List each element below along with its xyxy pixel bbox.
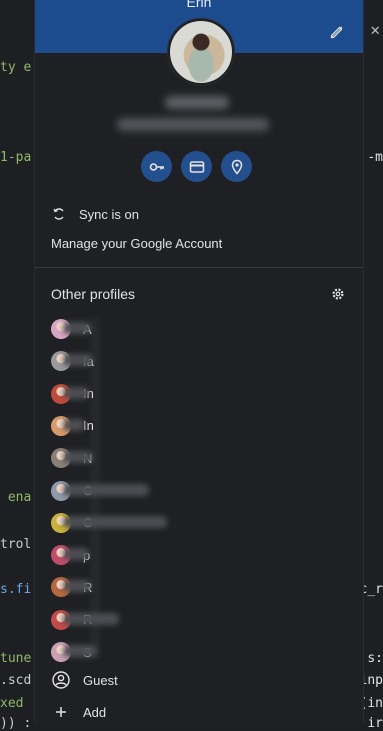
blurred-account-name (165, 96, 229, 109)
code-line: )) : (0, 716, 32, 731)
sync-label: Sync is on (79, 206, 139, 222)
person-icon (52, 671, 70, 689)
code-line: trol (0, 537, 32, 552)
passwords-button[interactable] (141, 151, 172, 182)
blurred-profile-name (63, 548, 89, 561)
code-line: s.fi (0, 582, 32, 597)
profile-row[interactable]: C (51, 512, 167, 534)
code-line: 1-pa (0, 150, 32, 165)
add-profile-button[interactable]: Add (51, 702, 106, 722)
profile-row[interactable]: S (51, 641, 97, 663)
location-pin-icon (231, 159, 242, 175)
blurred-profile-name (63, 580, 91, 593)
blurred-account-email (117, 118, 269, 131)
profile-row[interactable]: In (51, 415, 94, 437)
profile-menu-panel: Erin Sync is on Manage your Google Accou… (34, 0, 364, 723)
payment-methods-button[interactable] (181, 151, 212, 182)
code-line: tune (0, 651, 32, 666)
blurred-profile-name (63, 418, 85, 431)
profile-row[interactable]: N (51, 447, 93, 469)
plus-icon (56, 707, 66, 717)
credit-card-icon (189, 160, 204, 173)
blurred-profile-name (63, 386, 89, 399)
code-line: .scd (0, 673, 32, 688)
divider (35, 267, 363, 268)
profile-row[interactable]: A (51, 318, 92, 340)
profile-row[interactable]: fa (51, 350, 94, 372)
sync-icon (53, 208, 64, 220)
code-line: xed (0, 696, 24, 711)
guest-label: Guest (83, 672, 118, 688)
blurred-profile-name (63, 515, 167, 528)
other-profiles-title: Other profiles (51, 286, 136, 302)
key-icon (149, 162, 164, 171)
profile-row[interactable]: C (51, 480, 149, 502)
code-line-right: -m (367, 150, 383, 165)
code-line-right: s: (367, 651, 383, 666)
sync-status[interactable]: Sync is on (51, 206, 139, 222)
profile-row[interactable]: R (51, 576, 92, 598)
profile-row[interactable]: In (51, 383, 94, 405)
close-icon[interactable]: ✕ (370, 20, 380, 39)
gear-icon[interactable] (331, 287, 345, 301)
profile-row[interactable]: R (51, 609, 119, 631)
addresses-button[interactable] (221, 151, 252, 182)
blurred-profile-name (63, 322, 91, 334)
code-line-right: ir (367, 716, 383, 731)
manage-account-link[interactable]: Manage your Google Account (51, 236, 222, 251)
blurred-profile-name (63, 483, 149, 496)
blurred-profile-name (63, 354, 93, 367)
pencil-icon[interactable] (329, 24, 345, 40)
code-line: ena (0, 490, 32, 505)
blurred-profile-name (63, 645, 97, 657)
profile-name: Erin (186, 0, 212, 10)
profile-row[interactable]: p (51, 544, 90, 566)
add-label: Add (83, 704, 107, 720)
quick-actions (141, 151, 252, 182)
blurred-profile-name (63, 451, 93, 464)
blurred-profile-name (63, 612, 119, 625)
profile-avatar[interactable] (168, 19, 234, 85)
code-line: ty e (0, 60, 32, 75)
guest-profile-button[interactable]: Guest (51, 670, 118, 690)
